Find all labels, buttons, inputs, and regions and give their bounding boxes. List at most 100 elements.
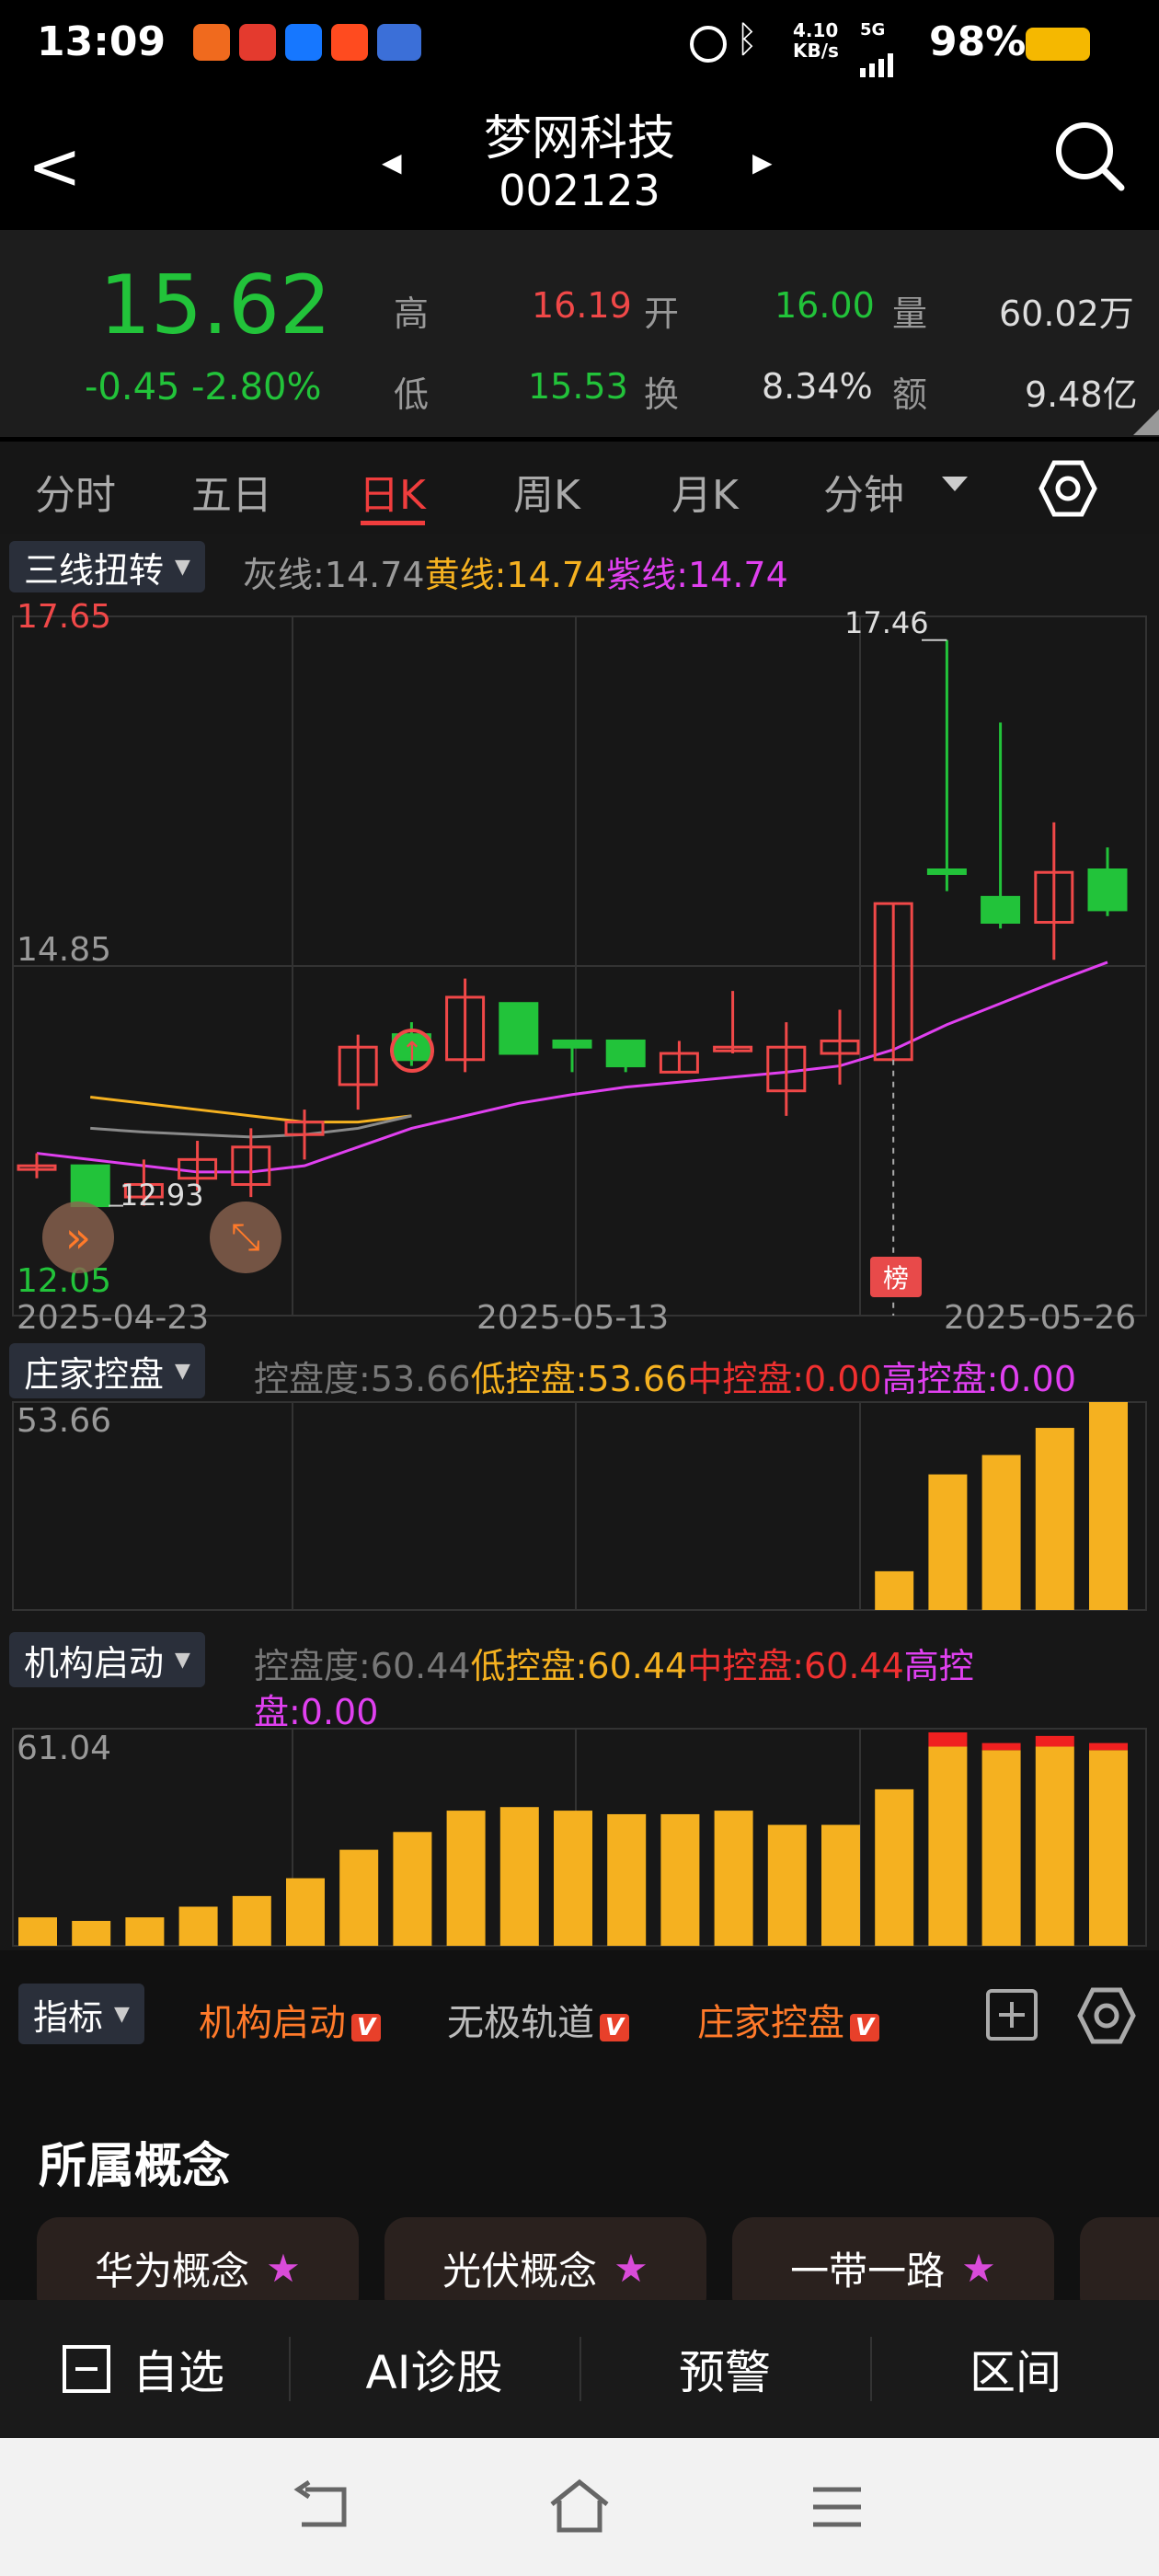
indicator-chip-wuji[interactable]: 无极轨道 V [447,1993,630,2046]
indicator-menu-label: 指标 [33,1996,104,2038]
turnover-label: 换 [644,374,680,415]
add-indicator-icon[interactable] [984,1987,1039,2042]
indicator-bar-red [1089,1742,1128,1751]
back-icon[interactable]: < [28,129,82,204]
fast-forward-icon[interactable]: » [42,1202,114,1273]
caret-down-icon: ▼ [175,555,190,579]
search-icon[interactable] [1053,120,1127,193]
indicator-bar [18,1917,57,1946]
back-nav-icon[interactable] [293,2480,351,2534]
tab-fenzhong[interactable]: 分钟 [823,462,904,521]
low-value: 15.53 [528,366,628,407]
candlestick-chart[interactable] [0,598,1159,1334]
system-nav-bar [0,2438,1159,2576]
indicator-menu[interactable]: 指标 ▼ [18,1984,144,2044]
prev-stock-icon[interactable]: ◀ [382,147,402,178]
indicator-bar [1035,1746,1074,1946]
feishu-icon [193,24,230,61]
tab-wuri[interactable]: 五日 [191,462,272,521]
low-price-label: 12.93 [120,1178,204,1213]
indicator-bar [339,1849,379,1946]
stock-name: 梦网科技 [483,111,675,167]
caret-down-icon: ▼ [114,2002,130,2026]
candle-body [605,1039,646,1068]
ind1-degree: 控盘度:53.66 [254,1359,471,1399]
v-badge: V [850,2014,880,2041]
chevron-down-icon[interactable] [942,477,968,491]
caret-down-icon: ▼ [175,1648,190,1672]
indicator1-name: 庄家控盘 [24,1353,165,1395]
list-badge[interactable]: 榜 [870,1257,922,1297]
star-icon: ★ [961,2245,996,2291]
zhi-icon [285,24,322,61]
indicator-bar [393,1832,432,1946]
indicator-bar [232,1895,271,1946]
indicator-bar [1035,1428,1074,1610]
ind1-mid: 中控盘:0.00 [687,1359,882,1399]
indicator1-select[interactable]: 庄家控盘 ▼ [9,1343,205,1398]
indicator-bar [554,1811,592,1946]
indicator-bar [125,1917,165,1946]
indicator1-chart [12,1401,1147,1611]
next-stock-icon[interactable]: ▶ [752,147,773,178]
tab-rik[interactable]: 日K [359,462,426,521]
indicator-bar [607,1813,647,1946]
tab-yuek[interactable]: 月K [671,462,739,521]
tao-icon [331,24,368,61]
bluetooth-icon: ᛒ [736,18,758,61]
indicator-settings-icon[interactable] [1076,1985,1137,2046]
bottom-action-bar: 自选 AI诊股 预警 区间 [0,2300,1159,2438]
open-label: 开 [644,293,680,334]
home-nav-icon[interactable] [546,2477,613,2536]
period-tabs: 分时 五日 日K 周K 月K 分钟 [0,442,1159,534]
chart-settings-icon[interactable] [1038,458,1098,519]
concept-label: 华为概念 [95,2248,250,2294]
main-indicator-select[interactable]: 三线扭转 ▼ [9,541,205,592]
indicator-chip-zhuangjia[interactable]: 庄家控盘 V [697,1993,880,2046]
tab-fenshi[interactable]: 分时 [35,462,116,521]
high-label: 高 [394,293,430,334]
range-button[interactable]: 区间 [872,2300,1159,2438]
nav-bar: < ◀ 梦网科技 002123 ▶ [0,92,1159,230]
watchlist-label: 自选 [132,2346,224,2399]
yellow-line-value: 黄线:14.74 [424,555,607,595]
indicator-bar [767,1824,807,1946]
indicator-chip-jigou[interactable]: 机构启动 V [199,1993,382,2046]
date-end: 2025-05-26 [944,1299,1137,1337]
indicator2-chart [12,1728,1147,1947]
volume-value: 60.02万 [999,293,1134,334]
main-indicator-values: 灰线:14.74黄线:14.74紫线:14.74 [243,546,788,597]
indicator-bar [981,1750,1021,1946]
expand-icon[interactable]: ⤡ [210,1202,281,1273]
amount-value: 9.48亿 [1025,374,1138,415]
active-tab-underline [361,521,425,525]
indicator1-values: 控盘度:53.66低控盘:53.66中控盘:0.00高控盘:0.00 [254,1351,1076,1401]
ai-diagnosis-button[interactable]: AI诊股 [291,2300,578,2438]
indicator-bar-red [1035,1735,1074,1747]
chart-frame [12,1401,1147,1611]
indicator-bar-red [981,1742,1021,1751]
candle-body [981,895,1021,925]
open-value: 16.00 [775,285,875,326]
indicator-bar [446,1811,486,1946]
watchlist-button[interactable]: 自选 [0,2300,287,2438]
concept-label: 一带一路 [790,2248,946,2294]
ind2-mid: 中控盘:60.44 [687,1646,904,1686]
menu-nav-icon[interactable] [809,2482,865,2532]
tab-zhouk[interactable]: 周K [513,462,580,521]
price-axis-max: 17.65 [17,598,112,636]
buy-signal-icon[interactable]: ↑ [390,1029,434,1073]
chip-label: 庄家控盘 [697,2002,844,2044]
indicator-bar [821,1824,860,1946]
chip-label: 无极轨道 [447,2002,594,2044]
indicator2-select[interactable]: 机构启动 ▼ [9,1632,205,1687]
net-speed: 4.10 KB/s [793,19,839,62]
expand-corner-icon[interactable] [1133,409,1159,435]
indicator-bar [286,1878,325,1946]
concepts-title: 所属概念 [39,2139,231,2194]
price-axis-mid: 14.85 [17,931,112,969]
candle-body [1087,868,1128,912]
ind1-high: 高控盘:0.00 [881,1359,1077,1399]
alert-button[interactable]: 预警 [581,2300,868,2438]
volume-label: 量 [892,293,928,334]
